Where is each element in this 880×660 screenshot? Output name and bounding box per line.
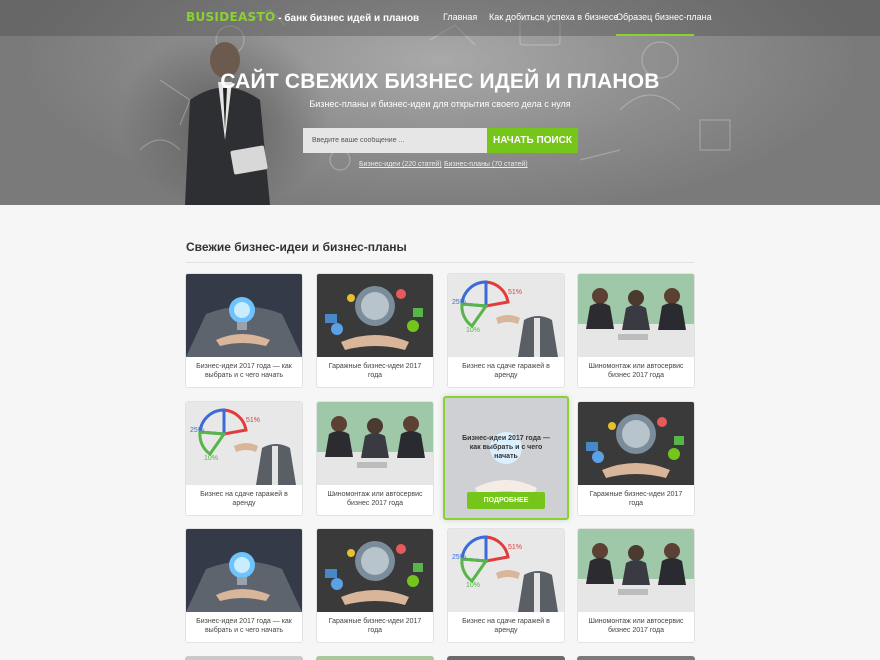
read-more-button[interactable]: ПОДРОБНЕЕ — [467, 492, 545, 509]
hero-subtitle: Бизнес-планы и бизнес-идеи для открытия … — [309, 99, 571, 109]
pie-chart-hand-image: 51% 25% 10% — [448, 274, 564, 357]
article-card[interactable]: 51% 25% 10% Бизнес на сдаче гаражей в ар… — [185, 401, 303, 516]
link-business-plans[interactable]: Бизнес-планы (70 статей) — [444, 161, 528, 168]
article-card-hovered[interactable]: Бизнес-идеи 2017 года — как выбрать и с … — [443, 396, 569, 520]
link-business-ideas[interactable]: Бизнес-идеи (220 статей) — [359, 161, 442, 168]
card-caption: Гаражные бизнес-идеи 2017 года — [589, 491, 683, 507]
nav-link-business-plan-sample[interactable]: Образец бизнес-плана — [616, 12, 712, 22]
search-button[interactable]: НАЧАТЬ ПОИСК — [487, 128, 578, 153]
search-input[interactable] — [303, 128, 487, 153]
article-card[interactable]: Гаражные бизнес-идеи 2017 года — [316, 528, 434, 643]
pie-label: 25% — [452, 299, 466, 306]
card-caption: Шиномонтаж или автосервис бизнес 2017 го… — [327, 491, 423, 507]
article-card[interactable]: 51% 25% 10% Бизнес на сдаче гаражей в ар… — [447, 273, 565, 388]
card-caption: Шиномонтаж или автосервис бизнес 2017 го… — [588, 618, 684, 634]
article-card-partial[interactable] — [185, 656, 303, 660]
article-card-partial[interactable] — [316, 656, 434, 660]
pie-label: 10% — [466, 327, 480, 334]
globe-hand-image — [317, 274, 433, 357]
card-caption: Шиномонтаж или автосервис бизнес 2017 го… — [588, 363, 684, 379]
hero-banner: BUSIDEASTO - банк бизнес идей и планов Г… — [0, 0, 880, 205]
business-meeting-image — [317, 402, 433, 485]
card-caption: Бизнес-идеи 2017 года — как выбрать и с … — [196, 618, 292, 634]
card-caption: Бизнес на сдаче гаражей в аренду — [462, 618, 550, 634]
article-card[interactable]: Гаражные бизнес-идеи 2017 года — [577, 401, 695, 516]
logo-brand: BUSIDEASTO — [186, 10, 276, 24]
main-content: Свежие бизнес-идеи и бизнес-планы — [0, 205, 880, 660]
article-card[interactable]: Бизнес-идеи 2017 года — как выбрать и с … — [185, 273, 303, 388]
nav-link-home[interactable]: Главная — [443, 12, 477, 22]
article-card[interactable]: Гаражные бизнес-идеи 2017 года — [316, 273, 434, 388]
article-card-partial[interactable] — [577, 656, 695, 660]
lightbulb-hand-image — [186, 274, 302, 357]
card-caption: Бизнес-идеи 2017 года — как выбрать и с … — [196, 363, 292, 379]
globe-hand-image — [578, 402, 694, 485]
business-meeting-image — [578, 529, 694, 612]
article-card[interactable]: Шиномонтаж или автосервис бизнес 2017 го… — [316, 401, 434, 516]
logo-tagline: - банк бизнес идей и планов — [275, 13, 420, 24]
card-caption: Бизнес на сдаче гаражей в аренду — [200, 491, 288, 507]
business-meeting-image — [578, 274, 694, 357]
globe-hand-image — [317, 529, 433, 612]
card-caption: Гаражные бизнес-идеи 2017 года — [328, 363, 422, 379]
article-card[interactable]: Бизнес-идеи 2017 года — как выбрать и с … — [185, 528, 303, 643]
nav-active-indicator — [616, 34, 694, 36]
pie-label: 51% — [246, 417, 260, 424]
pie-label: 51% — [508, 544, 522, 551]
section-title: Свежие бизнес-идеи и бизнес-планы — [186, 240, 407, 254]
pie-label: 10% — [466, 582, 480, 589]
top-navigation-bar — [0, 0, 880, 36]
card-hover-title: Бизнес-идеи 2017 года — как выбрать и с … — [462, 435, 550, 460]
pie-label: 10% — [204, 455, 218, 462]
pie-label: 25% — [190, 427, 204, 434]
section-divider — [186, 262, 694, 263]
article-card[interactable]: Шиномонтаж или автосервис бизнес 2017 го… — [577, 528, 695, 643]
lightbulb-hand-image — [186, 529, 302, 612]
businessman-image — [185, 42, 270, 205]
article-card-partial[interactable] — [447, 656, 565, 660]
pie-chart-hand-image: 51% 25% 10% — [186, 402, 302, 485]
article-card[interactable]: 51% 25% 10% Бизнес на сдаче гаражей в ар… — [447, 528, 565, 643]
card-caption: Бизнес на сдаче гаражей в аренду — [462, 363, 550, 379]
card-caption: Гаражные бизнес-идеи 2017 года — [328, 618, 422, 634]
pie-chart-hand-image: 51% 25% 10% — [448, 529, 564, 612]
pie-label: 51% — [508, 289, 522, 296]
site-logo[interactable]: BUSIDEASTO - банк бизнес идей и планов — [186, 10, 419, 24]
nav-link-success[interactable]: Как добиться успеха в бизнесе — [489, 12, 618, 22]
article-card[interactable]: Шиномонтаж или автосервис бизнес 2017 го… — [577, 273, 695, 388]
hero-title: САЙТ СВЕЖИХ БИЗНЕС ИДЕЙ И ПЛАНОВ — [220, 70, 660, 93]
pie-label: 25% — [452, 554, 466, 561]
